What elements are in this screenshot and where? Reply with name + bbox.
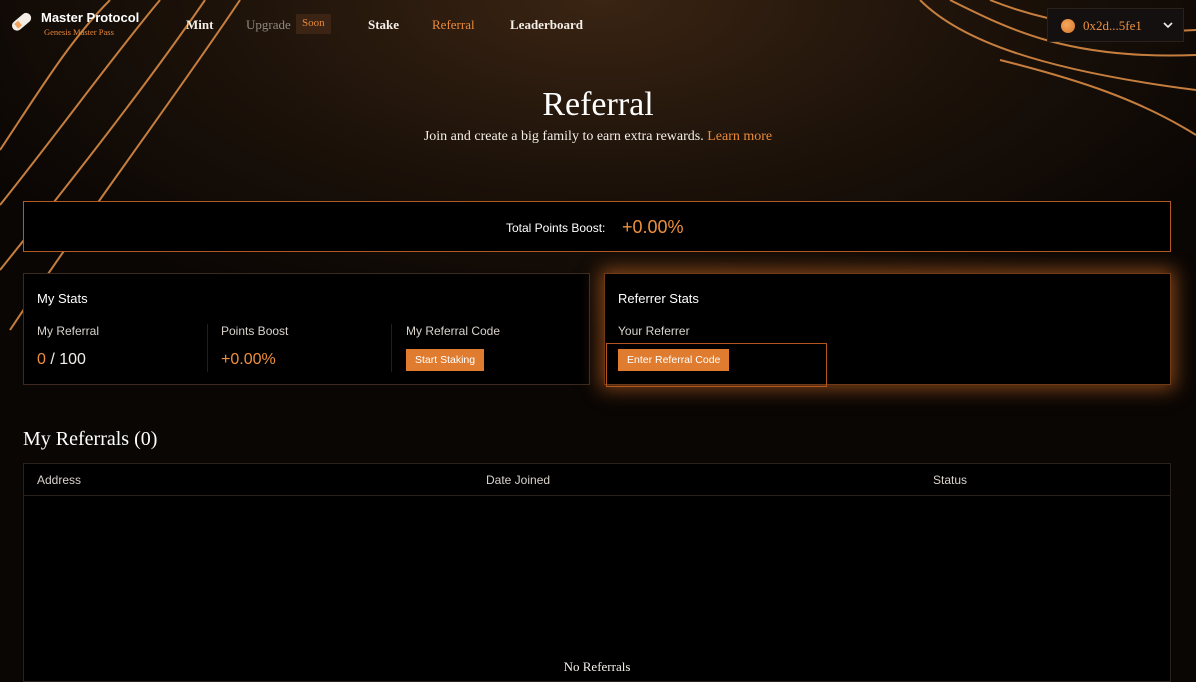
points-boost-number: +0.00% [221, 351, 276, 368]
column-address: Address [37, 473, 82, 487]
top-navigation: Master Protocol Genesis Master Pass Mint… [0, 0, 1196, 50]
total-boost-value: +0.00% [622, 217, 684, 237]
chevron-down-icon [1163, 22, 1173, 29]
total-points-boost-panel: Total Points Boost: +0.00% [23, 201, 1171, 252]
my-stats-title: My Stats [37, 291, 88, 306]
nav-stake[interactable]: Stake [368, 17, 399, 33]
my-stats-card: My Stats My Referral 0 / 100 Points Boos… [23, 273, 590, 385]
nav-leaderboard[interactable]: Leaderboard [510, 17, 583, 33]
points-boost-value: +0.00% [221, 351, 276, 369]
nav-upgrade[interactable]: Upgrade [246, 17, 291, 33]
my-referral-label: My Referral [37, 324, 100, 338]
table-header: Address Date Joined Status [24, 464, 1170, 496]
total-boost-label: Total Points Boost: [506, 221, 606, 235]
wallet-avatar [1061, 19, 1075, 33]
nav-mint[interactable]: Mint [186, 17, 213, 33]
empty-state-text: No Referrals [563, 659, 631, 674]
column-date-joined: Date Joined [486, 473, 551, 487]
brand-subtitle: Genesis Master Pass [44, 27, 114, 37]
referrer-stats-title: Referrer Stats [618, 291, 699, 306]
start-staking-button[interactable]: Start Staking [406, 349, 485, 371]
my-referrals-title: My Referrals (0) [23, 428, 158, 450]
column-status: Status [933, 473, 968, 487]
enter-referral-code-button[interactable]: Enter Referral Code [618, 349, 730, 371]
page-subtitle: Join and create a big family to earn ext… [0, 129, 1196, 145]
my-referral-code-label: My Referral Code [406, 324, 501, 338]
referrer-stats-card: Referrer Stats Your Referrer Enter Refer… [604, 273, 1171, 387]
referral-max: / 100 [50, 351, 86, 368]
nav-referral[interactable]: Referral [432, 17, 475, 33]
wallet-button[interactable]: 0x2d...5fe1 [1047, 8, 1184, 42]
points-boost-label: Points Boost [221, 324, 289, 338]
referral-count: 0 [37, 351, 46, 368]
stat-divider [207, 324, 208, 372]
learn-more-link[interactable]: Learn more [707, 129, 772, 144]
referrals-table: Address Date Joined Status No Referrals [23, 463, 1171, 682]
wallet-address: 0x2d...5fe1 [1083, 18, 1142, 33]
brand-title: Master Protocol [41, 10, 140, 25]
stat-divider [391, 324, 392, 372]
logo-icon [11, 12, 32, 31]
soon-badge: Soon [296, 14, 331, 34]
subtitle-text: Join and create a big family to earn ext… [423, 129, 704, 144]
your-referrer-label: Your Referrer [618, 324, 690, 338]
my-referral-value: 0 / 100 [37, 351, 86, 369]
page-title: Referral [542, 86, 654, 123]
